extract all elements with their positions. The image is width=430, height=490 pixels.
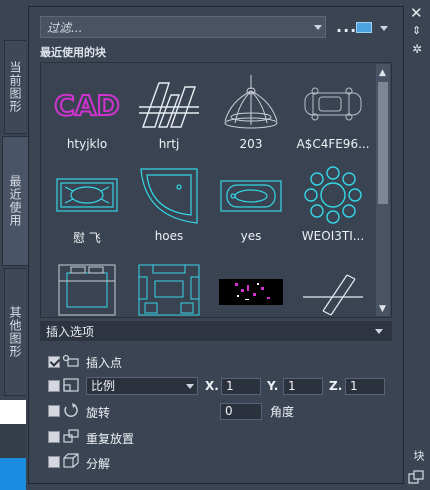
svg-text:CAD: CAD: [54, 89, 119, 122]
pipe-thumbnail: [303, 274, 363, 316]
block-name: 203: [239, 137, 263, 151]
block-tile[interactable]: WEOI3TI...: [293, 159, 373, 249]
explode-label: 分解: [86, 457, 111, 471]
block-name: htyjklo: [66, 137, 108, 151]
drawing-thumbnail: [219, 279, 283, 305]
more-button[interactable]: ...: [336, 17, 357, 36]
scale-y-input[interactable]: 1: [283, 378, 323, 395]
x-label: X.: [205, 379, 219, 393]
scale-x-input[interactable]: 1: [221, 378, 261, 395]
corner-bathtub-thumbnail: [140, 168, 198, 224]
repeat-placement-label: 重复放置: [86, 432, 135, 446]
palette-title: 块: [412, 450, 425, 461]
rotation-label: 旋转: [86, 406, 111, 420]
tab-label: 当前图形: [8, 61, 22, 113]
repeat-placement-icon: [63, 429, 79, 443]
round-table-thumbnail: [304, 166, 362, 224]
filter-placeholder: 过滤...: [47, 20, 83, 35]
car-thumbnail: [304, 87, 362, 121]
explode-checkbox[interactable]: [48, 456, 60, 468]
block-name: WEOI3TI...: [301, 229, 365, 243]
chevron-down-icon[interactable]: [375, 329, 383, 334]
scale-mode-select[interactable]: 比例: [86, 377, 198, 395]
explode-icon: [63, 453, 79, 468]
chandelier-thumbnail: [224, 75, 278, 129]
block-name: hrtj: [158, 137, 180, 151]
thumbnail-view-icon[interactable]: [356, 22, 372, 33]
scale-z-input[interactable]: 1: [345, 378, 385, 395]
tab-current-drawing[interactable]: 当前图形: [4, 40, 26, 134]
block-tile[interactable]: [47, 253, 127, 317]
insertion-point-checkbox[interactable]: [48, 356, 60, 368]
block-gallery: CAD htyjklo hrtj 203 A$C4FE96... 慰 飞 hoe…: [40, 62, 392, 318]
block-tile[interactable]: [293, 253, 373, 317]
y-label: Y.: [267, 379, 279, 393]
scroll-up-icon[interactable]: ▲: [379, 68, 386, 78]
insert-options-header[interactable]: 插入选项: [40, 321, 392, 341]
block-tile[interactable]: hrtj: [129, 67, 209, 157]
block-name: A$C4FE96...: [296, 137, 370, 151]
close-icon[interactable]: ✕: [410, 4, 423, 22]
chevron-down-icon[interactable]: [380, 26, 388, 31]
tab-label: 其他图形: [8, 306, 22, 358]
scale-checkbox[interactable]: [48, 380, 60, 392]
block-tile[interactable]: 203: [211, 67, 291, 157]
z-label: Z.: [329, 379, 343, 393]
block-tile[interactable]: yes: [211, 159, 291, 249]
chevron-down-icon[interactable]: [314, 25, 322, 30]
block-tile[interactable]: hoes: [129, 159, 209, 249]
tab-label: 最近使用: [8, 175, 22, 227]
rotation-angle-input[interactable]: 0: [220, 403, 262, 420]
block-name: hoes: [154, 229, 184, 243]
block-name: yes: [240, 229, 262, 243]
insertion-point-icon: [62, 354, 79, 367]
bed-thumbnail: [58, 264, 116, 316]
background-area: [0, 400, 26, 424]
block-tile[interactable]: CAD htyjklo: [47, 67, 127, 157]
insertion-point-label: 插入点: [86, 356, 123, 370]
block-tile[interactable]: 慰 飞: [47, 159, 127, 249]
striped-logo-thumbnail: [139, 82, 199, 128]
chevron-down-icon[interactable]: [186, 384, 194, 389]
section-title: 最近使用的块: [40, 46, 106, 59]
repeat-placement-checkbox[interactable]: [48, 431, 60, 443]
rug-thumbnail: [56, 178, 118, 212]
block-tile[interactable]: A$C4FE96...: [293, 67, 373, 157]
scrollbar-thumb[interactable]: [378, 82, 388, 204]
background-area: [0, 458, 26, 490]
filter-input[interactable]: 过滤...: [40, 16, 326, 38]
tab-recent[interactable]: 最近使用: [2, 136, 28, 266]
gear-icon[interactable]: ✲: [412, 42, 422, 56]
auto-hide-icon[interactable]: ⇕: [412, 24, 421, 37]
bathtub-thumbnail: [220, 180, 282, 212]
block-tile[interactable]: [211, 253, 291, 317]
blocks-palette-icon: [408, 470, 424, 484]
block-name: 慰 飞: [73, 231, 101, 245]
tab-other-drawing[interactable]: 其他图形: [4, 268, 26, 396]
scale-icon: [63, 378, 79, 392]
insert-options-title: 插入选项: [46, 324, 95, 339]
rotate-icon: [64, 403, 78, 417]
sofa-set-thumbnail: [138, 264, 200, 316]
background-area: [0, 424, 26, 458]
rotation-checkbox[interactable]: [48, 405, 60, 417]
scroll-down-icon[interactable]: ▼: [379, 304, 386, 314]
cad-logo-thumbnail: CAD: [53, 88, 120, 123]
block-tile[interactable]: [129, 253, 209, 317]
angle-label: 角度: [270, 405, 295, 419]
